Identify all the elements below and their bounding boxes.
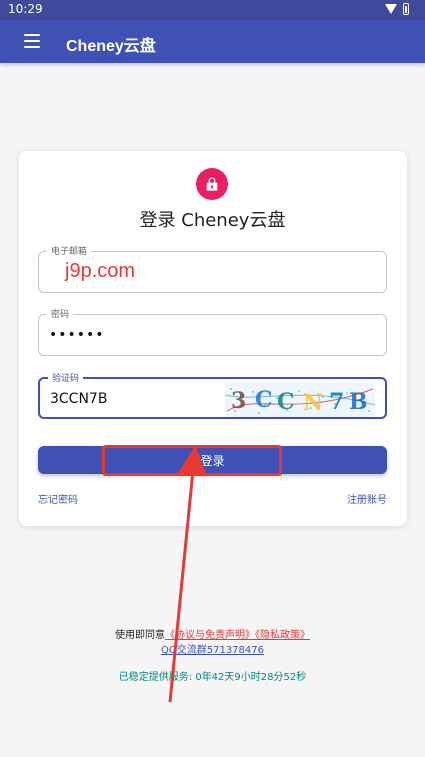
uptime-text: 已稳定提供服务: 0年42天9小时28分52秒 [118, 672, 307, 683]
app-bar: Cheney云盘 [0, 20, 425, 63]
wifi-icon [385, 4, 397, 14]
captcha-label: 验证码 [48, 371, 84, 384]
agreement-text: 使用即同意《协议与免责声明》《隐私政策》 [0, 626, 425, 641]
svg-text:3: 3 [231, 388, 246, 414]
captcha-image[interactable]: 3 C C N 7 B [225, 383, 375, 417]
svg-text:C: C [255, 387, 273, 413]
email-value: j9p.com [65, 260, 136, 282]
svg-text:B: B [349, 389, 368, 415]
app-title: Cheney云盘 [66, 38, 156, 55]
card-links: 忘记密码 注册账号 [38, 491, 387, 506]
agreement-links[interactable]: 《协议与免责声明》《隐私政策》 [165, 630, 310, 641]
register-link[interactable]: 注册账号 [347, 491, 387, 506]
forgot-password-link[interactable]: 忘记密码 [38, 491, 78, 506]
password-field[interactable]: 密码 •••••• [38, 307, 387, 356]
captcha-value: 3CCN7B [50, 391, 108, 407]
login-title: 登录 Cheney云盘 [139, 210, 286, 231]
battery-icon [403, 3, 409, 15]
password-label: 密码 [47, 307, 74, 320]
svg-text:7: 7 [329, 389, 344, 415]
email-label: 电子邮箱 [47, 244, 92, 257]
login-button[interactable]: 登录 [38, 446, 387, 474]
status-icons [385, 3, 409, 15]
status-time: 10:29 [8, 2, 43, 16]
agreement-prefix: 使用即同意 [115, 630, 165, 641]
captcha-field[interactable]: 验证码 3CCN7B 3 C C N 7 B [38, 371, 387, 419]
email-field[interactable]: 电子邮箱 j9p.com [38, 244, 387, 293]
svg-text:N: N [303, 390, 323, 416]
lock-icon [196, 168, 228, 200]
status-bar: 10:29 [0, 0, 425, 20]
password-value: •••••• [49, 327, 105, 343]
svg-text:C: C [277, 389, 295, 415]
qq-group-link[interactable]: QQ交流群571378476 [0, 641, 425, 656]
menu-icon[interactable] [24, 34, 40, 48]
